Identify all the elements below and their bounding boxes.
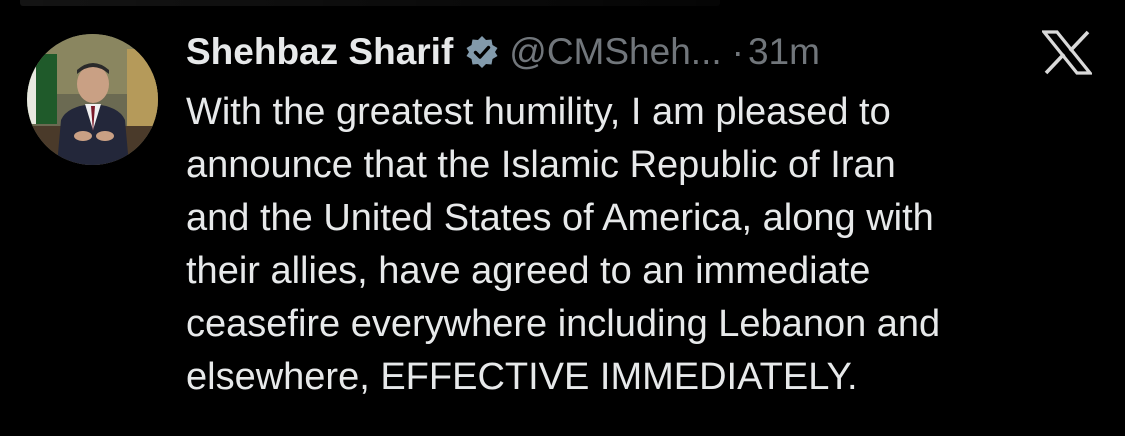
tweet-text-line: announce that the Islamic Republic of Ir… (186, 144, 896, 186)
tweet-header: Shehbaz Sharif @CMSheh... · 31m (186, 26, 820, 78)
tweet-text-line: ceasefire everywhere including Lebanon a… (186, 303, 941, 345)
author-name[interactable]: Shehbaz Sharif (186, 31, 453, 73)
separator-dot: · (731, 31, 744, 72)
x-logo-icon[interactable] (1042, 30, 1092, 75)
avatar[interactable] (27, 34, 158, 165)
previous-tweet-edge (20, 0, 720, 6)
tweet-text-line: their allies, have agreed to an immediat… (186, 250, 871, 292)
verified-badge-icon (465, 35, 499, 69)
tweet-text-line: With the greatest humility, I am pleased… (186, 91, 891, 133)
tweet-text-line: and the United States of America, along … (186, 197, 934, 239)
tweet-text: With the greatest humility, I am pleased… (186, 86, 1096, 404)
tweet-text-line: elsewhere, EFFECTIVE IMMEDIATELY. (186, 356, 858, 398)
timestamp[interactable]: 31m (748, 31, 820, 73)
tweet-card[interactable]: Shehbaz Sharif @CMSheh... · 31m With the… (0, 0, 1125, 436)
avatar-image (27, 34, 158, 165)
author-handle[interactable]: @CMSheh... (509, 31, 721, 73)
